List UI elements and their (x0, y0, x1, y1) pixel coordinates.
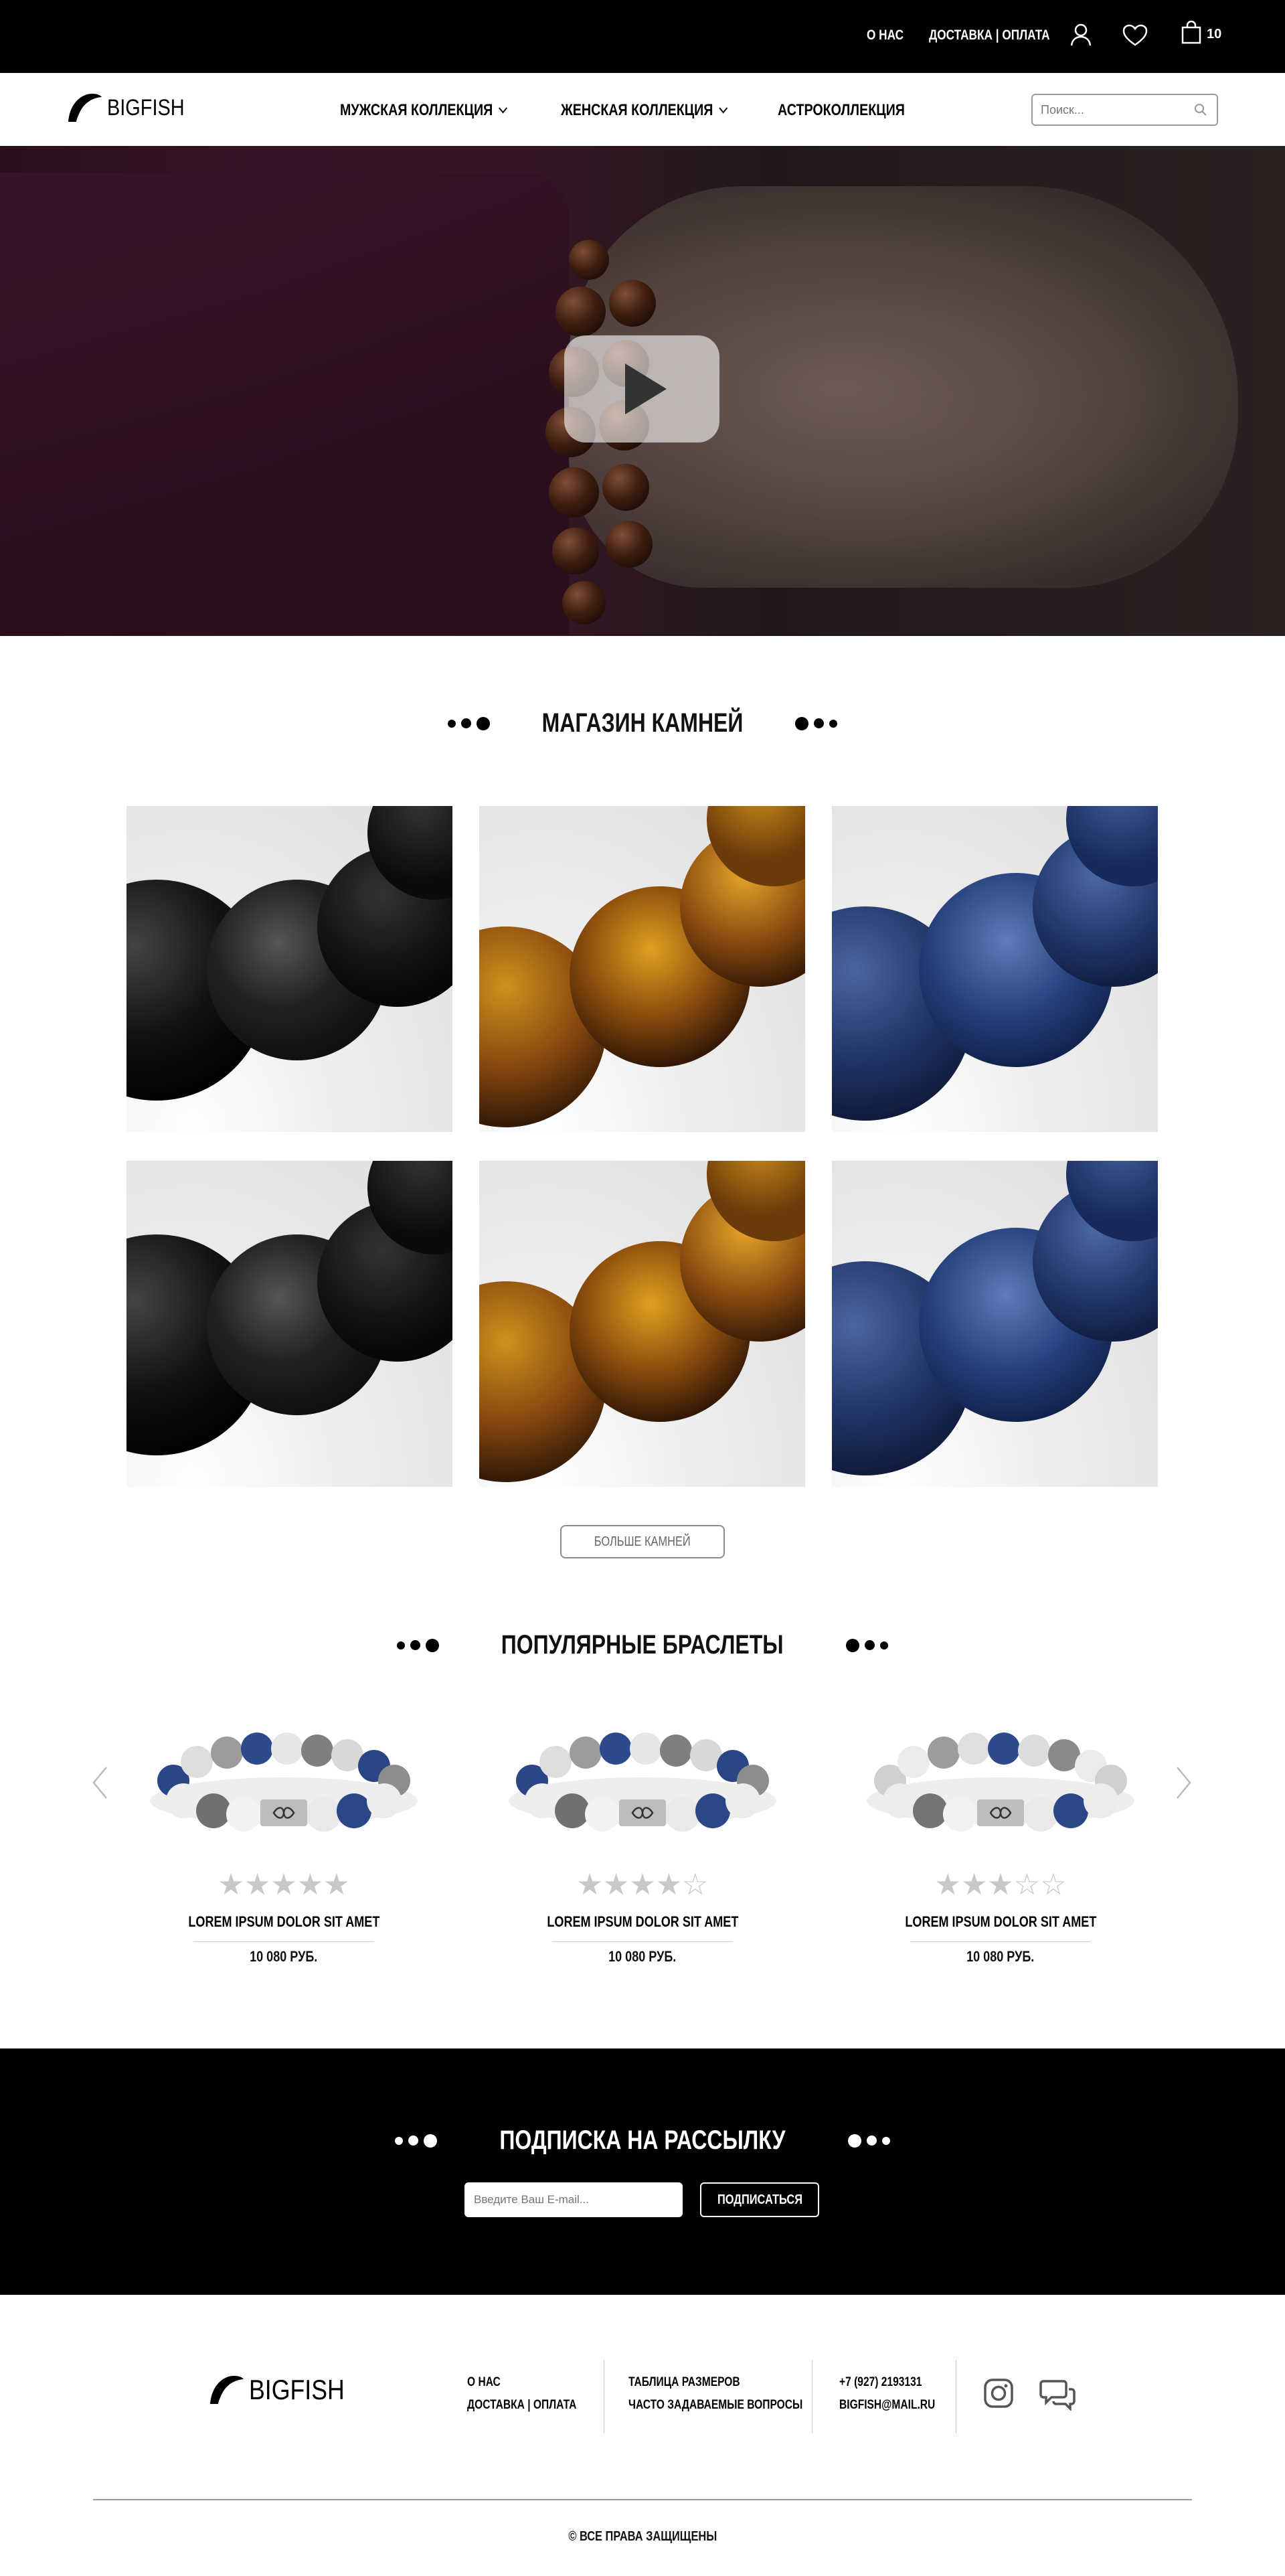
play-button[interactable] (564, 335, 719, 442)
email-field[interactable] (464, 2182, 683, 2217)
user-icon[interactable] (1069, 23, 1092, 47)
product-divider (193, 1941, 374, 1942)
dots-decoration (795, 716, 837, 730)
bracelet-image (150, 1733, 418, 1832)
stones-title: МАГАЗИН КАМНЕЙ (541, 708, 744, 738)
subscribe-label: ПОДПИСАТЬСЯ (717, 2192, 802, 2207)
footer-link-size-chart[interactable]: ТАБЛИЦА РАЗМЕРОВ (628, 2375, 740, 2390)
footer-link-faq[interactable]: ЧАСТО ЗАДАВАЕМЫЕ ВОПРОСЫ (628, 2398, 802, 2413)
nav-mens-label: МУЖСКАЯ КОЛЛЕКЦИЯ (340, 101, 493, 119)
dots-decoration (395, 2134, 438, 2148)
cart-count[interactable]: 10 (1207, 27, 1221, 42)
logo-mark-icon (68, 94, 102, 122)
rating-stars: ★★★★☆ (576, 1868, 709, 1901)
stone-card-sodalite[interactable] (832, 806, 1158, 1132)
main-header: BIGFISH МУЖСКАЯ КОЛЛЕКЦИЯ ЖЕНСКАЯ КОЛЛЕК… (0, 73, 1285, 146)
bracelets-heading: ПОПУЛЯРНЫЕ БРАСЛЕТЫ (0, 1630, 1285, 1660)
product-card[interactable]: ★★★☆☆ LOREM IPSUM DOLOR SIT AMET 10 080 … (853, 1714, 1148, 1965)
top-bar: О НАС ДОСТАВКА | ОПЛАТА 10 (0, 0, 1285, 73)
bracelet-image (509, 1733, 776, 1832)
search-icon[interactable] (1194, 103, 1207, 116)
subscribe-button[interactable]: ПОДПИСАТЬСЯ (700, 2182, 819, 2217)
product-title[interactable]: LOREM IPSUM DOLOR SIT AMET (137, 1913, 431, 1931)
carousel-next-arrow-icon[interactable] (1176, 1766, 1192, 1799)
instagram-icon[interactable] (983, 2378, 1014, 2409)
logo-mark-icon (210, 2376, 244, 2404)
dots-decoration (448, 716, 490, 730)
carousel-prev-arrow-icon[interactable] (92, 1766, 108, 1799)
rating-stars: ★★★☆☆ (934, 1868, 1067, 1901)
product-card[interactable]: ★★★★★ LOREM IPSUM DOLOR SIT AMET 10 080 … (137, 1714, 431, 1965)
shopping-bag-icon[interactable] (1181, 20, 1202, 44)
newsletter-section: ПОДПИСКА НА РАССЫЛКУ ПОДПИСАТЬСЯ (0, 2048, 1285, 2295)
nav-womens-collection[interactable]: ЖЕНСКАЯ КОЛЛЕКЦИЯ (561, 101, 728, 120)
footer-phone[interactable]: +7 (927) 2193131 (839, 2375, 922, 2390)
rating-stars: ★★★★★ (218, 1868, 350, 1901)
product-price: 10 080 РУБ. (250, 1948, 318, 1965)
top-link-about[interactable]: О НАС (867, 27, 904, 44)
dots-decoration (847, 2134, 890, 2148)
footer-logo[interactable]: BIGFISH (207, 2373, 361, 2407)
chevron-down-icon (719, 107, 728, 114)
copyright: © ВСЕ ПРАВА ЗАЩИЩЕНЫ (568, 2529, 717, 2544)
delivery-label[interactable]: ДОСТАВКА (929, 27, 993, 43)
product-title[interactable]: LOREM IPSUM DOLOR SIT AMET (495, 1913, 790, 1931)
dots-decoration (845, 1638, 888, 1652)
more-stones-button[interactable]: БОЛЬШЕ КАМНЕЙ (560, 1525, 725, 1558)
bracelet-image (867, 1733, 1134, 1832)
stone-card-lava[interactable] (126, 1161, 452, 1487)
stone-card-tiger-eye[interactable] (479, 1161, 805, 1487)
logo[interactable]: BIGFISH (66, 91, 198, 125)
dots-decoration (397, 1638, 440, 1652)
footer-email[interactable]: BIGFISH@MAIL.RU (839, 2398, 935, 2413)
nav-mens-collection[interactable]: МУЖСКАЯ КОЛЛЕКЦИЯ (340, 101, 508, 120)
chat-icon[interactable] (1039, 2377, 1076, 2411)
search-input[interactable] (1041, 102, 1188, 117)
top-link-delivery-payment[interactable]: ДОСТАВКА | ОПЛАТА (929, 27, 1050, 44)
play-icon (625, 364, 667, 414)
logo-text: BIGFISH (107, 94, 185, 120)
stone-card-lava[interactable] (126, 806, 452, 1132)
footer-rule (93, 2499, 1192, 2500)
bracelets-title: ПОПУЛЯРНЫЕ БРАСЛЕТЫ (501, 1630, 784, 1660)
stone-card-tiger-eye[interactable] (479, 806, 805, 1132)
nav-astro-label: АСТРОКОЛЛЕКЦИЯ (778, 101, 905, 119)
footer-link-delivery[interactable]: ДОСТАВКА | ОПЛАТА (467, 2398, 576, 2413)
footer-link-about[interactable]: О НАС (467, 2375, 501, 2390)
footer-logo-text: BIGFISH (249, 2374, 345, 2405)
product-title[interactable]: LOREM IPSUM DOLOR SIT AMET (853, 1913, 1148, 1931)
product-divider (552, 1941, 733, 1942)
nav-astro-collection[interactable]: АСТРОКОЛЛЕКЦИЯ (778, 101, 905, 120)
stone-card-sodalite[interactable] (832, 1161, 1158, 1487)
hero-video[interactable] (0, 146, 1285, 636)
product-price: 10 080 РУБ. (608, 1948, 677, 1965)
product-price: 10 080 РУБ. (966, 1948, 1035, 1965)
stones-heading: МАГАЗИН КАМНЕЙ (0, 708, 1285, 738)
newsletter-title: ПОДПИСКА НА РАССЫЛКУ (499, 2125, 786, 2155)
chevron-down-icon (499, 107, 508, 114)
search-box (1031, 94, 1218, 126)
product-divider (910, 1941, 1091, 1942)
newsletter-heading: ПОДПИСКА НА РАССЫЛКУ (0, 2125, 1285, 2156)
nav-womens-label: ЖЕНСКАЯ КОЛЛЕКЦИЯ (561, 101, 713, 119)
product-card[interactable]: ★★★★☆ LOREM IPSUM DOLOR SIT AMET 10 080 … (495, 1714, 790, 1965)
heart-icon[interactable] (1122, 24, 1148, 47)
payment-label[interactable]: ОПЛАТА (1002, 27, 1049, 43)
more-stones-label: БОЛЬШЕ КАМНЕЙ (594, 1534, 691, 1549)
